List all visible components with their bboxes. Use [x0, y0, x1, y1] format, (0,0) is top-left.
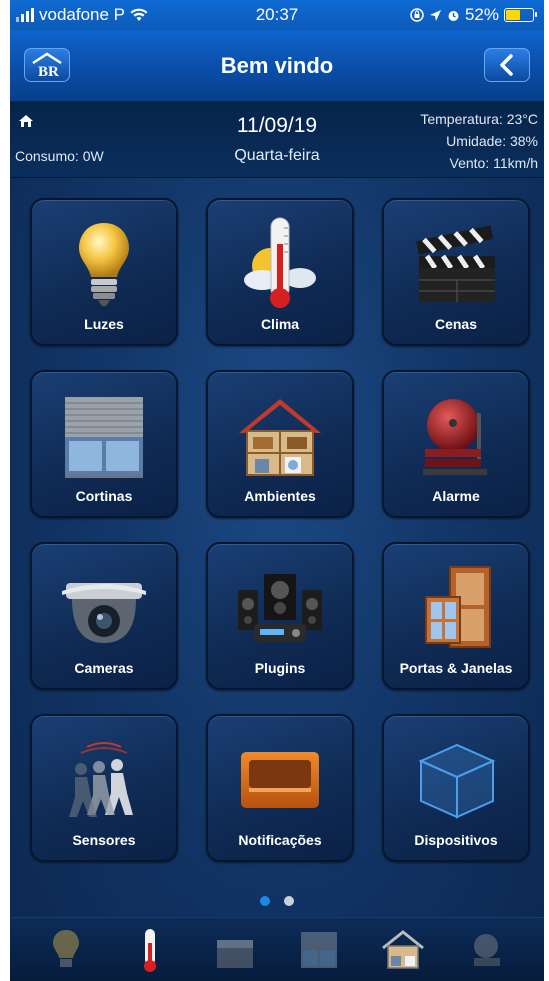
tile-label: Cortinas [75, 488, 133, 504]
house-rooms-icon [382, 929, 425, 969]
back-button[interactable] [484, 48, 530, 82]
tile-clima[interactable]: Clima [206, 198, 354, 346]
light-bulb-icon [79, 223, 129, 306]
door-window-icon [425, 566, 491, 648]
tab-cenas[interactable] [205, 922, 265, 978]
tile-label: Portas & Janelas [399, 660, 513, 676]
cube-icon [418, 743, 496, 819]
wifi-icon [130, 8, 148, 21]
tab-luzes[interactable] [36, 922, 96, 978]
tab-clima[interactable] [120, 922, 180, 978]
light-bulb-icon [53, 929, 80, 967]
info-bar: Consumo: 0W 11/09/19 Quarta-feira Temper… [10, 102, 544, 178]
tile-cortinas[interactable]: Cortinas [30, 370, 178, 518]
house-logo-icon: BR [32, 52, 62, 78]
tile-portas-janelas[interactable]: Portas & Janelas [382, 542, 530, 690]
tile-label: Clima [260, 316, 300, 332]
tile-label: Cenas [434, 316, 478, 332]
page-title: Bem vindo [220, 52, 334, 78]
tile-label: Plugins [254, 660, 306, 676]
signal-icon [16, 8, 34, 22]
logo-button[interactable]: BR [24, 48, 70, 82]
dome-camera-icon [62, 583, 146, 643]
page-dot[interactable] [284, 896, 294, 906]
speakers-icon [238, 574, 322, 642]
motion-sensor-icon [69, 742, 133, 817]
weather-info: Temperatura: 23°C Umidade: 38% Vento: 11… [420, 108, 538, 174]
thermometer-icon [244, 217, 316, 308]
tile-label: Dispositivos [414, 832, 498, 848]
page-dot-active[interactable] [260, 896, 270, 906]
location-arrow-icon [429, 9, 441, 21]
tile-label: Luzes [84, 316, 124, 332]
tile-notificacoes[interactable]: Notificações [206, 714, 354, 862]
tile-ambientes[interactable]: Ambientes [206, 370, 354, 518]
menu-grid: Luzes Clima Cenas Cortinas Ambientes Ala… [10, 178, 544, 878]
clapperboard-icon [216, 939, 253, 968]
humidity: Umidade: 38% [446, 133, 538, 149]
temperature: Temperatura: 23°C [420, 111, 538, 127]
inbox-tray-icon [241, 752, 319, 808]
svg-text:BR: BR [38, 64, 59, 78]
alarm-bell-icon [473, 933, 500, 966]
tile-sensores[interactable]: Sensores [30, 714, 178, 862]
tile-label: Alarme [432, 488, 480, 504]
app-screen: vodafone P 20:37 52% BR Bem vindo Consum… [10, 0, 544, 981]
alarm-clock-icon [448, 10, 459, 21]
tile-label: Notificações [238, 832, 322, 848]
battery-percent: 52% [464, 5, 499, 24]
tile-label: Cameras [74, 660, 134, 676]
battery-icon [504, 8, 537, 22]
tab-ambientes[interactable] [373, 922, 433, 978]
status-bar: vodafone P 20:37 52% [10, 0, 544, 30]
tab-cortinas[interactable] [289, 922, 349, 978]
alarm-bell-icon [423, 399, 487, 475]
clapperboard-icon [416, 225, 495, 302]
tab-alarme[interactable] [458, 922, 518, 978]
screen-lock-icon [410, 8, 424, 22]
page-indicator[interactable] [10, 896, 544, 906]
tile-dispositivos[interactable]: Dispositivos [382, 714, 530, 862]
window-shutter-icon [65, 397, 143, 478]
tile-alarme[interactable]: Alarme [382, 370, 530, 518]
wind: Vento: 11km/h [449, 155, 538, 171]
tile-label: Sensores [72, 832, 136, 848]
tile-plugins[interactable]: Plugins [206, 542, 354, 690]
bottom-tab-bar [10, 917, 544, 981]
tile-cameras[interactable]: Cameras [30, 542, 178, 690]
thermometer-icon [144, 928, 157, 972]
nav-bar: BR Bem vindo [10, 30, 544, 102]
chevron-left-icon [500, 54, 513, 76]
tile-label: Ambientes [244, 488, 316, 504]
house-rooms-icon [239, 399, 321, 476]
window-shutter-icon [301, 931, 338, 968]
tile-cenas[interactable]: Cenas [382, 198, 530, 346]
carrier-name: vodafone P [39, 5, 126, 24]
tile-luzes[interactable]: Luzes [30, 198, 178, 346]
